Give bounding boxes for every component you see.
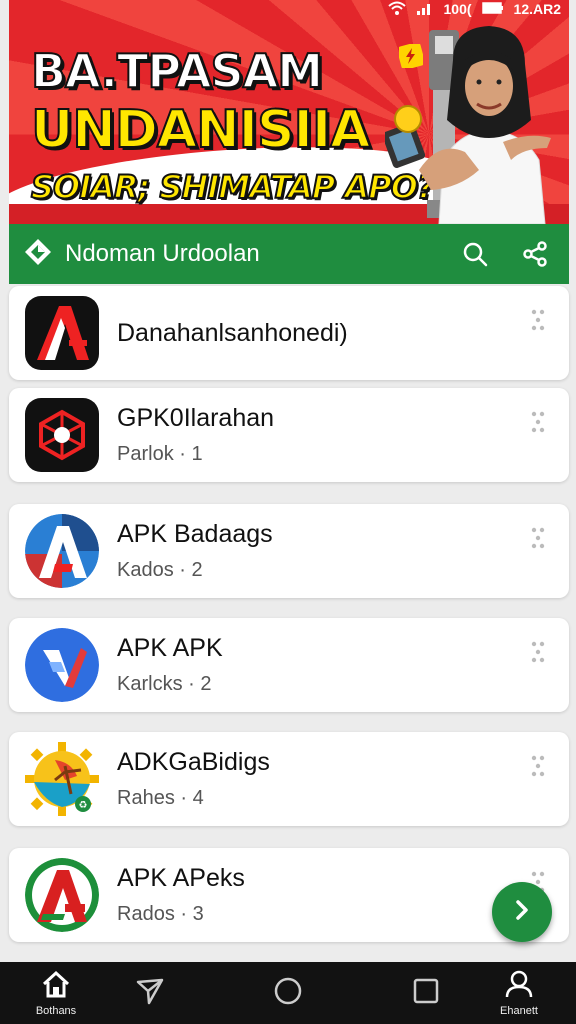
app-text: ADKGaBidigs Rahes · 4 [117,748,569,810]
nav-send[interactable] [128,962,172,1024]
app-text: APK APK Karlcks · 2 [117,634,569,696]
app-meta: Kados · 2 [117,559,203,581]
app-logo-icon [25,398,99,472]
nav-home[interactable]: Bothans [22,962,90,1024]
app-name: APK Badaags [117,520,273,548]
bottom-navigation: Bothans Ehanett [0,962,576,1024]
app-header: Ndoman Urdoolan [9,224,569,284]
app-meta: Parlok · 1 [117,443,203,465]
home-icon [41,970,71,1003]
chevron-right-icon [510,898,534,927]
banner-headline-1: BA.TPASAM [30,43,324,99]
nav-profile-label: Ehanett [500,1004,538,1017]
profile-icon [504,970,534,1003]
app-logo-icon [25,858,99,932]
promo-banner[interactable]: 100( 12.AR2 BA.TPASAM UNDANISIIA SOIAR; … [9,0,569,224]
more-options-icon[interactable] [529,410,551,434]
signal-icon [416,1,434,18]
nav-profile[interactable]: Ehanett [490,962,548,1024]
app-logo-icon [25,514,99,588]
diamond-logo-icon [23,237,53,272]
app-text: APK Badaags Kados · 2 [117,520,569,582]
more-options-icon[interactable] [529,640,551,664]
list-item[interactable]: APK Badaags Kados · 2 [9,504,569,598]
status-bar: 100( 12.AR2 [387,0,561,18]
app-logo-icon: ♻ [25,742,99,816]
list-item[interactable]: APK APeks Rados · 3 [9,848,569,942]
list-item[interactable]: ♻ ADKGaBidigs Rahes · 4 [9,732,569,826]
list-item[interactable]: GPK0Ilarahan Parlok · 1 [9,388,569,482]
circle-home-icon [273,976,303,1011]
nav-home-label: Bothans [35,1004,77,1017]
app-logo-icon [25,628,99,702]
app-name: Danahanlsanhonedi) [117,318,348,347]
woman-illustration [419,26,551,224]
list-item[interactable]: Danahanlsanhonedi) [9,286,569,380]
nav-recents[interactable] [404,962,448,1024]
app-name: ADKGaBidigs [117,748,270,776]
share-icon[interactable] [515,234,555,274]
app-meta: Rahes · 4 [117,787,204,809]
forward-fab-button[interactable] [492,882,552,942]
signal-text: 100( [443,1,472,17]
app-meta: Karlcks · 2 [117,673,212,695]
svg-text:♻: ♻ [79,800,88,811]
clock: 12.AR2 [513,1,561,17]
app-text: GPK0Ilarahan Parlok · 1 [117,404,569,466]
search-icon[interactable] [455,234,495,274]
banner-headline-2: UNDANISIIA [30,99,371,161]
app-title: Ndoman Urdoolan [65,240,260,267]
more-options-icon[interactable] [529,754,551,778]
app-name: GPK0Ilarahan [117,404,275,432]
list-item[interactable]: APK APK Karlcks · 2 [9,618,569,712]
wifi-icon [387,1,406,18]
square-recents-icon [411,976,441,1011]
more-options-icon[interactable] [529,526,551,550]
more-options-icon[interactable] [529,308,551,332]
app-text: Danahanlsanhonedi) [117,319,569,348]
send-icon [135,976,165,1011]
battery-icon [481,1,504,17]
banner-headline-3: SOIAR; SHIMATAP APO? [30,167,436,207]
app-name: APK APK [117,634,223,662]
nav-android-home[interactable] [266,962,310,1024]
app-logo-icon [25,296,99,370]
